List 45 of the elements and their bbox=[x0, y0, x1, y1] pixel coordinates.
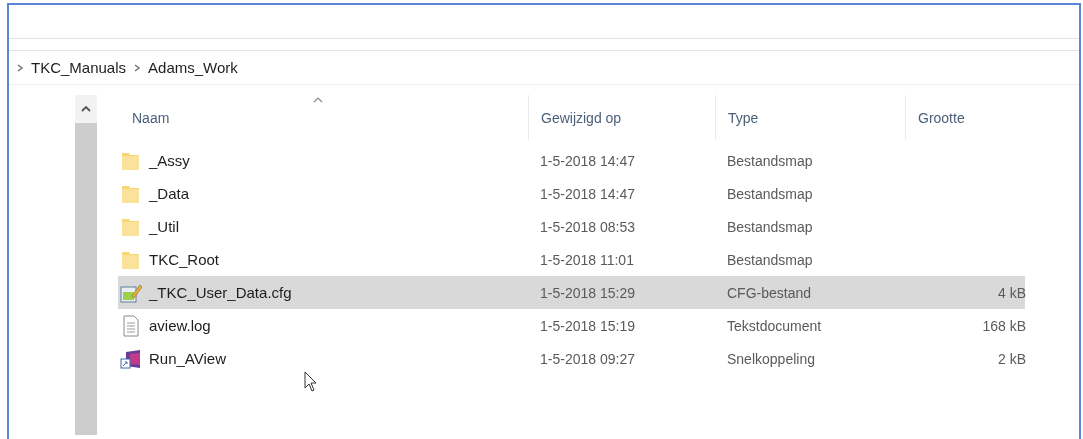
file-name: TKC_Root bbox=[149, 251, 220, 268]
chevron-right-icon bbox=[17, 63, 23, 72]
file-size: 168 kB bbox=[981, 317, 1027, 334]
file-type: Snelkoppeling bbox=[726, 350, 816, 367]
file-type: Tekstdocument bbox=[726, 317, 823, 334]
file-row[interactable]: _Util 1-5-2018 08:53 Bestandsmap bbox=[118, 210, 1025, 243]
document-icon bbox=[120, 314, 142, 337]
modified-date: 1-5-2018 08:53 bbox=[539, 218, 636, 235]
file-row[interactable]: _TKC_User_Data.cfg 1-5-2018 15:29 CFG-bestand 4 kB bbox=[118, 276, 1025, 309]
scrollbar[interactable] bbox=[75, 95, 97, 435]
file-size: 2 kB bbox=[997, 350, 1027, 367]
application-shortcut-icon bbox=[120, 347, 142, 370]
file-name: _Assy bbox=[149, 152, 190, 169]
file-type: Bestandsmap bbox=[726, 218, 814, 235]
chevron-up-icon bbox=[81, 106, 91, 112]
file-type: Bestandsmap bbox=[726, 251, 814, 268]
column-header[interactable]: Type bbox=[715, 95, 905, 140]
modified-date: 1-5-2018 09:27 bbox=[539, 350, 636, 367]
file-row[interactable]: aview.log 1-5-2018 15:19 Tekstdocument 168 kB bbox=[118, 309, 1025, 342]
file-name: aview.log bbox=[149, 317, 211, 334]
file-type: Bestandsmap bbox=[726, 152, 814, 169]
breadcrumb-item[interactable]: Adams_Work bbox=[148, 59, 238, 76]
file-row[interactable]: _Data 1-5-2018 14:47 Bestandsmap bbox=[118, 177, 1025, 210]
scroll-up-button[interactable] bbox=[75, 95, 97, 123]
column-header[interactable]: Naam bbox=[118, 95, 528, 140]
file-type: Bestandsmap bbox=[726, 185, 814, 202]
file-name: _Util bbox=[149, 218, 179, 235]
breadcrumb-item[interactable]: TKC_Manuals bbox=[31, 59, 127, 76]
modified-date: 1-5-2018 15:19 bbox=[539, 317, 636, 334]
file-name: _TKC_User_Data.cfg bbox=[149, 284, 292, 301]
modified-date: 1-5-2018 11:01 bbox=[539, 251, 635, 268]
file-row[interactable]: _Assy 1-5-2018 14:47 Bestandsmap bbox=[118, 144, 1025, 177]
modified-date: 1-5-2018 14:47 bbox=[539, 185, 636, 202]
file-size: 4 kB bbox=[997, 284, 1027, 301]
file-name: _Data bbox=[149, 185, 190, 202]
file-row[interactable]: Run_AView 1-5-2018 09:27 Snelkoppeling 2 kB bbox=[118, 342, 1025, 375]
column-header[interactable]: Gewijzigd op bbox=[528, 95, 715, 140]
mouse-pointer-icon bbox=[304, 371, 318, 393]
chevron-right-icon bbox=[134, 63, 141, 72]
modified-date: 1-5-2018 14:47 bbox=[539, 152, 636, 169]
file-type: CFG-bestand bbox=[726, 284, 813, 301]
modified-date: 1-5-2018 15:29 bbox=[539, 284, 636, 301]
file-row[interactable]: TKC_Root 1-5-2018 11:01 Bestandsmap bbox=[118, 243, 1025, 276]
column-header[interactable]: Grootte bbox=[905, 95, 1030, 140]
file-name: Run_AView bbox=[149, 350, 226, 367]
